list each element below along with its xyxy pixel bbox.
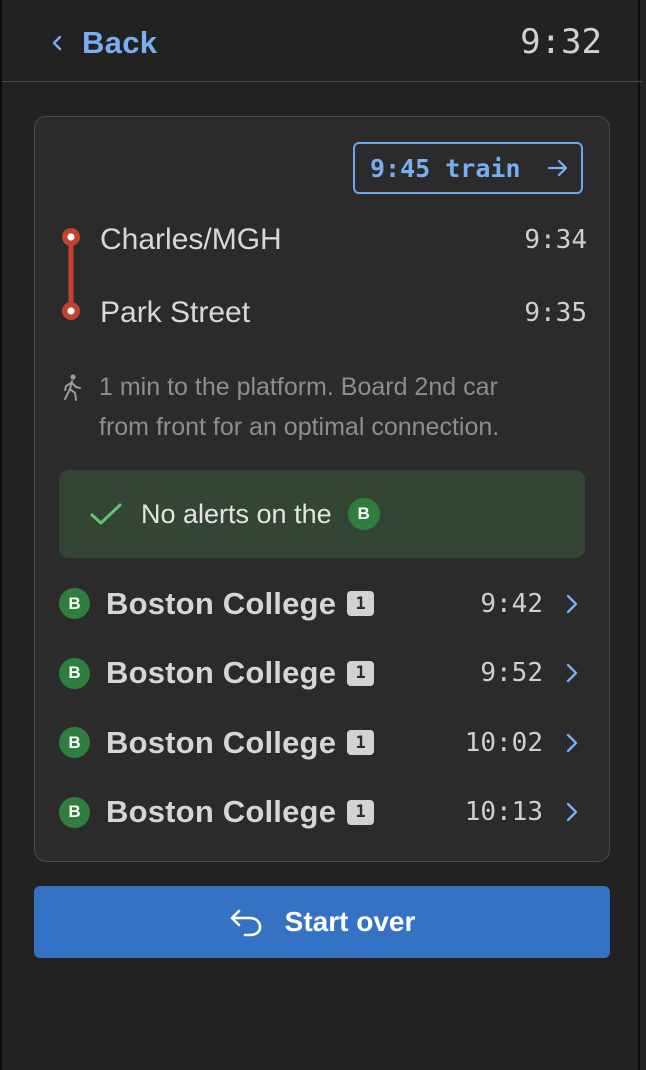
back-label: Back: [82, 25, 158, 60]
car-badge: 1: [347, 591, 375, 617]
walk-note: 1 min to the platform. Board 2nd car fro…: [59, 367, 589, 447]
chevron-right-icon: [566, 733, 578, 752]
line-badge: B: [59, 657, 90, 689]
alerts-text: No alerts on the: [141, 498, 332, 529]
chevron-left-icon: [52, 35, 62, 51]
undo-arrow-icon: [230, 909, 261, 937]
walk-note-line: from front for an optimal connection.: [99, 413, 500, 441]
trip-time: 9:42: [480, 588, 543, 619]
trip-destination: Boston College: [106, 655, 337, 691]
trip-list: B Boston College 1 9:42 B Boston College…: [59, 569, 587, 847]
car-badge: 1: [347, 660, 375, 686]
line-badge: B: [59, 727, 90, 759]
back-button[interactable]: Back: [48, 24, 157, 62]
route-line-icon: [62, 228, 80, 320]
trip-destination: Boston College: [106, 724, 337, 760]
trip-row[interactable]: B Boston College 1 9:52: [59, 639, 587, 709]
walking-person-icon: [64, 374, 81, 401]
trip-time: 9:52: [480, 658, 543, 689]
car-badge: 1: [347, 799, 375, 825]
car-badge: 1: [347, 730, 375, 756]
header: Back 9:32: [2, 0, 642, 82]
line-badge: B: [59, 588, 90, 620]
trip-time: 10:13: [464, 797, 543, 828]
chevron-right-icon: [566, 803, 578, 822]
app-screen: Back 9:32 9:45 train Charles/MGH 9:34 Pa…: [0, 0, 642, 1070]
train-button-label: 9:45 train: [370, 153, 521, 183]
start-over-label: Start over: [284, 906, 416, 937]
walk-note-line: 1 min to the platform. Board 2nd car: [99, 373, 498, 401]
trip-row[interactable]: B Boston College 1 10:13: [59, 778, 587, 848]
chevron-right-icon: [566, 594, 578, 613]
clock: 9:32: [520, 22, 602, 62]
stop-name: Charles/MGH: [100, 223, 282, 256]
chevron-right-icon: [566, 664, 578, 683]
route-segment: Charles/MGH 9:34 Park Street 9:35: [59, 223, 587, 333]
alerts-banner: No alerts on the B: [59, 470, 585, 558]
trip-destination: Boston College: [106, 585, 337, 621]
trip-destination: Boston College: [106, 794, 337, 830]
trip-row[interactable]: B Boston College 1 10:02: [59, 708, 587, 778]
itinerary-card: 9:45 train Charles/MGH 9:34 Park Street …: [34, 116, 610, 862]
stop-time: 9:35: [524, 298, 587, 328]
arrow-right-icon: [547, 159, 568, 177]
trip-time: 10:02: [464, 727, 543, 758]
line-badge: B: [59, 796, 90, 828]
start-over-button[interactable]: Start over: [34, 886, 610, 958]
check-icon: [90, 503, 122, 525]
line-badge: B: [347, 498, 380, 530]
trip-row[interactable]: B Boston College 1 9:42: [59, 569, 587, 639]
stop-name: Park Street: [100, 296, 251, 329]
stop-time: 9:34: [524, 225, 587, 255]
train-button[interactable]: 9:45 train: [353, 142, 583, 194]
